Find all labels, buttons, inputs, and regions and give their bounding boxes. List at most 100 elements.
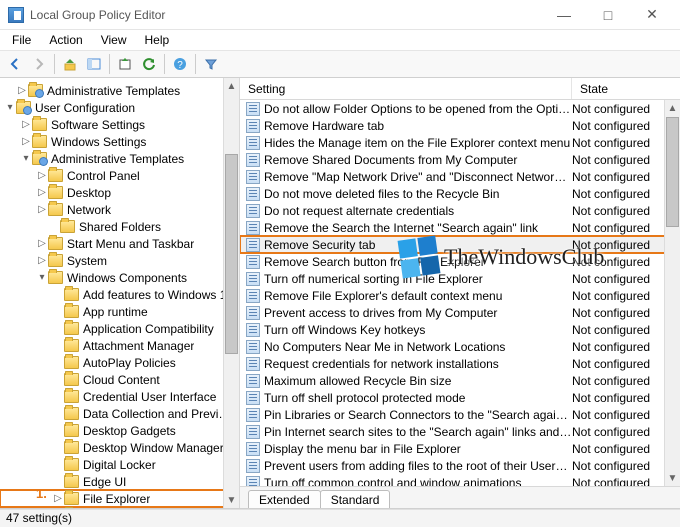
node-label: Add features to Windows 10 [83,288,233,302]
tree-pane[interactable]: ▷ Administrative Templates ▾ User Config… [0,78,240,508]
setting-row[interactable]: Maximum allowed Recycle Bin sizeNot conf… [240,372,680,389]
setting-name: Pin Internet search sites to the "Search… [264,425,572,439]
setting-name: Turn off common control and window anima… [264,476,572,487]
expand-icon[interactable]: ▷ [36,204,48,215]
setting-row[interactable]: Turn off numerical sorting in File Explo… [240,270,680,287]
folder-icon [32,118,47,131]
scroll-thumb[interactable] [666,117,679,227]
setting-row[interactable]: Remove Search button from File ExplorerN… [240,253,680,270]
tree-node-start-menu[interactable]: ▷Start Menu and Taskbar [0,235,239,252]
expand-icon[interactable]: ▷ [36,255,48,266]
tree-node-data-collection[interactable]: Data Collection and Preview Bu [0,405,239,422]
setting-row[interactable]: Do not move deleted files to the Recycle… [240,185,680,202]
policy-icon [246,357,260,371]
close-button[interactable]: ✕ [630,1,674,29]
setting-row[interactable]: Remove File Explorer's default context m… [240,287,680,304]
expand-icon[interactable]: ▷ [36,187,48,198]
tree-node-desktop[interactable]: ▷Desktop [0,184,239,201]
up-button[interactable] [59,53,81,75]
tree-node-autoplay[interactable]: AutoPlay Policies [0,354,239,371]
tree-node-win-components[interactable]: ▾Windows Components [0,269,239,286]
toolbar-divider [195,54,196,74]
setting-row[interactable]: Remove Security tabNot configured [240,236,680,253]
tree-node-software-settings[interactable]: ▷ Software Settings [0,116,239,133]
expand-icon[interactable]: ▷ [36,238,48,249]
minimize-button[interactable]: — [542,1,586,29]
tree-node-system[interactable]: ▷System [0,252,239,269]
back-button[interactable] [4,53,26,75]
tree-node-desktop-wm[interactable]: Desktop Window Manager [0,439,239,456]
setting-row[interactable]: No Computers Near Me in Network Location… [240,338,680,355]
menu-help[interactable]: Help [137,31,178,49]
setting-row[interactable]: Remove the Search the Internet "Search a… [240,219,680,236]
tree-node-windows-settings[interactable]: ▷ Windows Settings [0,133,239,150]
tree-node-app-compat[interactable]: Application Compatibility [0,320,239,337]
setting-row[interactable]: Do not allow Folder Options to be opened… [240,100,680,117]
setting-row[interactable]: Remove "Map Network Drive" and "Disconne… [240,168,680,185]
expand-icon[interactable]: ▷ [36,170,48,181]
forward-button[interactable] [28,53,50,75]
tree-node-file-revocation[interactable]: File Revocation [0,507,239,508]
setting-row[interactable]: Request credentials for network installa… [240,355,680,372]
tree-node-admin-templates[interactable]: ▾ Administrative Templates [0,150,239,167]
scroll-down-icon[interactable]: ▼ [665,470,680,486]
tree-node-attachment-mgr[interactable]: Attachment Manager [0,337,239,354]
tree-node-cred-ui[interactable]: Credential User Interface [0,388,239,405]
node-label: Control Panel [67,169,140,183]
setting-row[interactable]: Pin Internet search sites to the "Search… [240,423,680,440]
setting-state: Not configured [572,221,676,235]
expand-icon[interactable]: ▷ [16,85,28,96]
setting-row[interactable]: Display the menu bar in File ExplorerNot… [240,440,680,457]
setting-row[interactable]: Prevent access to drives from My Compute… [240,304,680,321]
tree-node-app-runtime[interactable]: App runtime [0,303,239,320]
tree-node-desktop-gadgets[interactable]: Desktop Gadgets [0,422,239,439]
node-label: Attachment Manager [83,339,194,353]
help-button[interactable]: ? [169,53,191,75]
setting-row[interactable]: Remove Hardware tabNot configured [240,117,680,134]
setting-state: Not configured [572,408,676,422]
col-setting[interactable]: Setting [240,78,572,99]
tree-scrollbar[interactable]: ▲ ▼ [223,78,239,508]
tree-node-add-features[interactable]: Add features to Windows 10 [0,286,239,303]
setting-row[interactable]: Remove Shared Documents from My Computer… [240,151,680,168]
scroll-up-icon[interactable]: ▲ [224,78,239,94]
export-button[interactable] [114,53,136,75]
refresh-button[interactable] [138,53,160,75]
menu-action[interactable]: Action [41,31,90,49]
tree-node-network[interactable]: ▷Network [0,201,239,218]
expand-icon[interactable]: ▷ [20,136,32,147]
maximize-button[interactable]: □ [586,1,630,29]
setting-row[interactable]: Turn off Windows Key hotkeysNot configur… [240,321,680,338]
tab-standard[interactable]: Standard [320,490,391,508]
expand-icon[interactable]: ▷ [20,119,32,130]
col-state[interactable]: State [572,78,680,99]
tab-extended[interactable]: Extended [248,490,321,508]
list-body[interactable]: Do not allow Folder Options to be opened… [240,100,680,486]
tree-node-admin-templates-top[interactable]: ▷ Administrative Templates [0,82,239,99]
setting-row[interactable]: Turn off shell protocol protected modeNo… [240,389,680,406]
show-hide-tree-button[interactable] [83,53,105,75]
setting-row[interactable]: Pin Libraries or Search Connectors to th… [240,406,680,423]
expand-icon[interactable]: ▷ [52,493,64,504]
menu-view[interactable]: View [93,31,135,49]
filter-button[interactable] [200,53,222,75]
scroll-thumb[interactable] [225,154,238,354]
scroll-down-icon[interactable]: ▼ [224,492,239,508]
tree-node-user-config[interactable]: ▾ User Configuration [0,99,239,116]
tree-node-cloud-content[interactable]: Cloud Content [0,371,239,388]
tree-node-shared-folders[interactable]: Shared Folders [0,218,239,235]
setting-row[interactable]: Do not request alternate credentialsNot … [240,202,680,219]
setting-row[interactable]: Prevent users from adding files to the r… [240,457,680,474]
setting-row[interactable]: Hides the Manage item on the File Explor… [240,134,680,151]
tree-node-control-panel[interactable]: ▷ Control Panel [0,167,239,184]
setting-row[interactable]: Turn off common control and window anima… [240,474,680,486]
collapse-icon[interactable]: ▾ [20,153,32,164]
collapse-icon[interactable]: ▾ [36,272,48,283]
tree-node-digital-locker[interactable]: Digital Locker [0,456,239,473]
list-header: Setting State [240,78,680,100]
list-scrollbar[interactable]: ▲ ▼ [664,100,680,486]
svg-text:?: ? [177,60,183,71]
scroll-up-icon[interactable]: ▲ [665,100,680,116]
collapse-icon[interactable]: ▾ [4,102,16,113]
menu-file[interactable]: File [4,31,39,49]
